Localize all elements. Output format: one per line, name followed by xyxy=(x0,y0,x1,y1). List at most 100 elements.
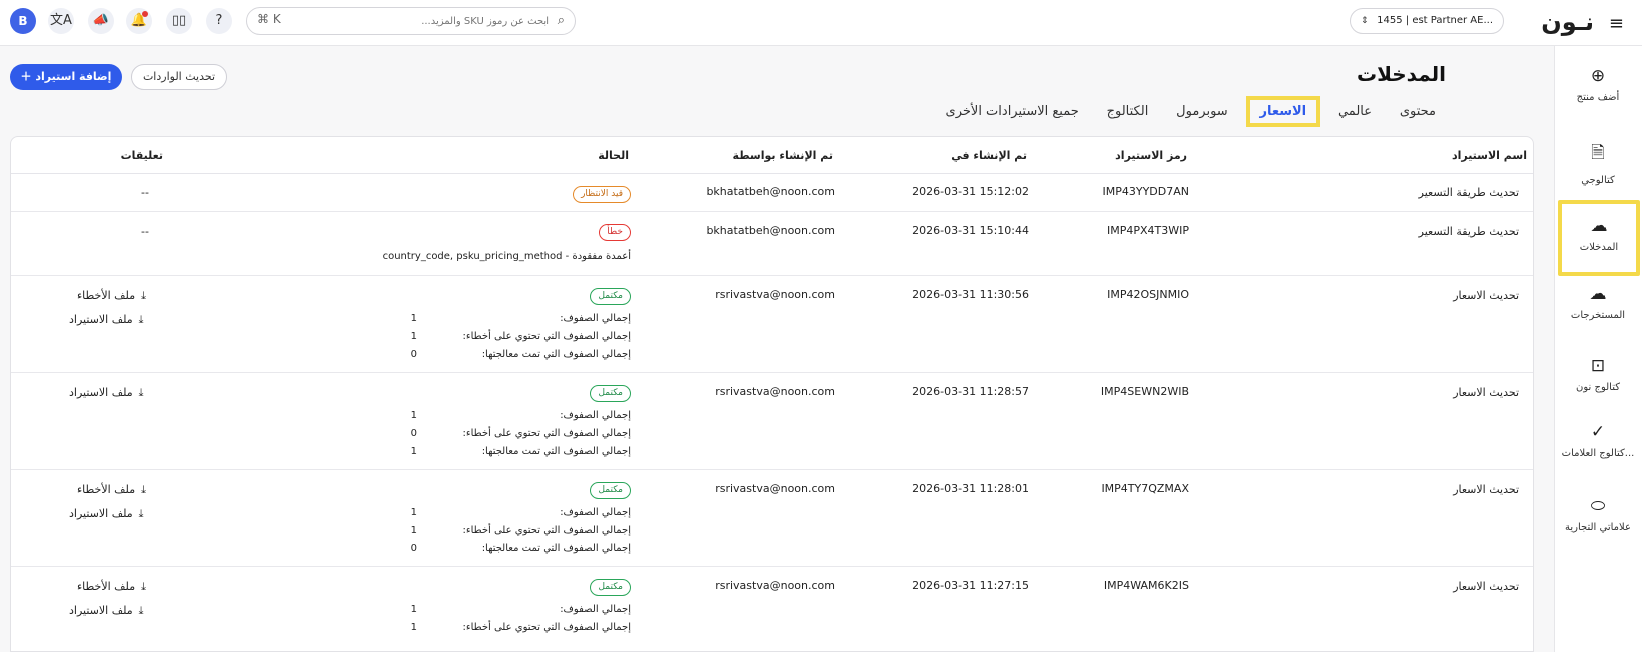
comment: -- xyxy=(141,225,149,238)
table-row[interactable]: تحديث الاسعار IMP4TY7QZMAX 2026-03-31 11… xyxy=(11,471,1533,567)
created-at: 2026-03-31 15:12:02 xyxy=(912,185,1029,198)
stat-errors-label: إجمالي الصفوف التي تحتوي على أخطاء: xyxy=(462,428,631,439)
translate-icon[interactable]: 文A xyxy=(48,8,74,34)
link-label: ملف الاستيراد xyxy=(69,386,133,399)
link-label: ملف الأخطاء xyxy=(77,580,136,593)
nav-label: كتالوج نون xyxy=(1576,382,1620,393)
nav-exports[interactable]: ☁ المستخرجات xyxy=(1558,284,1638,321)
tab-catalog[interactable]: الكتالوج xyxy=(1097,98,1159,125)
link-label: ملف الأخطاء xyxy=(77,289,136,302)
errors-file-link[interactable]: ⤓ ملف الأخطاء xyxy=(77,580,146,594)
stat-total-value: 1 xyxy=(410,313,417,324)
stat-processed-value: 0 xyxy=(410,543,417,554)
nav-label: كتالوج العلامات... xyxy=(1561,448,1635,459)
created-by: rsrivastva@noon.com xyxy=(715,288,835,301)
download-icon: ⤓ xyxy=(141,483,146,496)
import-code: IMP4WAM6K2IS xyxy=(1103,579,1189,592)
stat-errors-value: 0 xyxy=(410,428,417,439)
catalog-icon: ⊡ xyxy=(1590,356,1606,376)
header-import-name: اسم الاستيراد xyxy=(1451,149,1527,162)
nav-my-catalog[interactable]: 🗎 كتالوجي xyxy=(1558,140,1638,186)
error-note: أعمدة مفقودة - country_code, psku_pricin… xyxy=(382,251,631,262)
header-status: الحالة xyxy=(598,149,629,162)
tab-content[interactable]: محتوى xyxy=(1390,98,1446,125)
partner-selector[interactable]: ⇕ 1455 | est Partner AE... xyxy=(1350,8,1504,34)
tab-supermall[interactable]: سوبرمول xyxy=(1166,98,1238,125)
notification-dot xyxy=(142,11,148,17)
noon-logo[interactable]: نـون xyxy=(1541,8,1594,36)
partner-label: 1455 | est Partner AE... xyxy=(1377,15,1493,26)
download-icon: ⤓ xyxy=(138,507,144,520)
download-icon: ⤓ xyxy=(138,313,144,326)
import-code: IMP4SEWN2WIB xyxy=(1100,385,1189,398)
stat-total-value: 1 xyxy=(410,507,417,518)
table-row[interactable]: تحديث طريقة التسعير IMP4PX4T3WIP 2026-03… xyxy=(11,213,1533,276)
book-icon[interactable]: ▯▯ xyxy=(166,8,192,34)
nav-label: المدخلات xyxy=(1579,242,1619,253)
tab-prices[interactable]: الاسعار xyxy=(1245,96,1321,127)
chevron-updown-icon: ⇕ xyxy=(1361,16,1369,26)
shortcut-hint: ⌘ K xyxy=(257,12,281,26)
import-code: IMP4TY7QZMAX xyxy=(1101,482,1189,495)
table-row[interactable]: تحديث الاسعار IMP4WAM6K2IS 2026-03-31 11… xyxy=(11,568,1533,651)
nav-imports[interactable]: ☁ المدخلات xyxy=(1558,200,1640,276)
download-icon: ⤓ xyxy=(138,604,144,617)
nav-label: أضف منتج xyxy=(1576,92,1620,103)
nav-brand-catalog[interactable]: ✓ كتالوج العلامات... xyxy=(1558,422,1638,459)
download-icon: ⤓ xyxy=(141,580,146,593)
stat-total-label: إجمالي الصفوف: xyxy=(560,313,631,324)
cloud-upload-icon: ☁ xyxy=(1590,216,1608,236)
help-icon[interactable]: ? xyxy=(206,8,232,34)
created-at: 2026-03-31 11:27:15 xyxy=(912,579,1029,592)
status-badge: خطأ xyxy=(599,224,631,241)
errors-file-link[interactable]: ⤓ ملف الأخطاء xyxy=(77,289,146,303)
link-label: ملف الأخطاء xyxy=(77,483,136,496)
header-created-at: تم الإنشاء في xyxy=(951,149,1027,162)
stat-errors-value: 1 xyxy=(410,331,417,342)
download-icon: ⤓ xyxy=(138,386,144,399)
search-input[interactable] xyxy=(279,12,549,30)
stat-errors-label: إجمالي الصفوف التي تحتوي على أخطاء: xyxy=(462,622,631,633)
add-import-button[interactable]: ＋ إضافة استيراد xyxy=(10,64,122,90)
table-row[interactable]: تحديث الاسعار IMP42OSJNMIO 2026-03-31 11… xyxy=(11,277,1533,373)
tab-all-other-imports[interactable]: جميع الاستيرادات الأخرى xyxy=(936,98,1089,125)
created-at: 2026-03-31 11:28:01 xyxy=(912,482,1029,495)
nav-label: المستخرجات xyxy=(1570,310,1626,321)
stat-errors-value: 1 xyxy=(410,525,417,536)
tab-global[interactable]: عالمي xyxy=(1328,98,1382,125)
import-file-link[interactable]: ⤓ ملف الاستيراد xyxy=(69,507,144,521)
link-label: ملف الاستيراد xyxy=(69,604,133,617)
status-badge: مكتمل xyxy=(590,288,631,305)
table-row[interactable]: تحديث طريقة التسعير IMP43YYDD7AN 2026-03… xyxy=(11,174,1533,212)
bell-icon[interactable]: 🔔 xyxy=(126,8,152,34)
import-tabs: محتوى عالمي الاسعار سوبرمول الكتالوج جمي… xyxy=(932,96,1446,130)
imports-table: اسم الاستيراد رمز الاستيراد تم الإنشاء ف… xyxy=(10,136,1534,652)
import-name: تحديث طريقة التسعير xyxy=(1418,225,1519,238)
search-box[interactable]: ⌕ ⌘ K xyxy=(246,7,576,35)
refresh-imports-button[interactable]: تحديث الواردات xyxy=(131,64,227,90)
stat-total-label: إجمالي الصفوف: xyxy=(560,507,631,518)
errors-file-link[interactable]: ⤓ ملف الأخطاء xyxy=(77,483,146,497)
stat-processed-value: 0 xyxy=(410,349,417,360)
import-code: IMP43YYDD7AN xyxy=(1102,185,1190,198)
status-badge: قيد الانتظار xyxy=(573,186,631,203)
menu-icon[interactable]: ≡ xyxy=(1609,13,1624,34)
table-row[interactable]: تحديث الاسعار IMP4SEWN2WIB 2026-03-31 11… xyxy=(11,374,1533,470)
megaphone-icon[interactable]: 📣 xyxy=(88,8,114,34)
created-by: rsrivastva@noon.com xyxy=(715,482,835,495)
nav-add-product[interactable]: ⊕ أضف منتج xyxy=(1558,66,1638,103)
nav-my-brands[interactable]: ⬭ علاماتي التجارية xyxy=(1558,496,1638,533)
comment: -- xyxy=(141,186,149,199)
import-file-link[interactable]: ⤓ ملف الاستيراد xyxy=(69,313,144,327)
stat-total-label: إجمالي الصفوف: xyxy=(560,410,631,421)
document-icon: 🗎 xyxy=(1591,143,1605,163)
import-file-link[interactable]: ⤓ ملف الاستيراد xyxy=(69,386,144,400)
nav-noon-catalog[interactable]: ⊡ كتالوج نون xyxy=(1558,356,1638,393)
created-by: rsrivastva@noon.com xyxy=(715,385,835,398)
status-badge: مكتمل xyxy=(590,482,631,499)
user-avatar[interactable]: B xyxy=(10,8,36,34)
import-name: تحديث طريقة التسعير xyxy=(1418,186,1519,199)
main-content: المدخلات ＋ إضافة استيراد تحديث الواردات … xyxy=(0,46,1554,652)
import-file-link[interactable]: ⤓ ملف الاستيراد xyxy=(69,604,144,618)
stat-total-value: 1 xyxy=(410,604,417,615)
